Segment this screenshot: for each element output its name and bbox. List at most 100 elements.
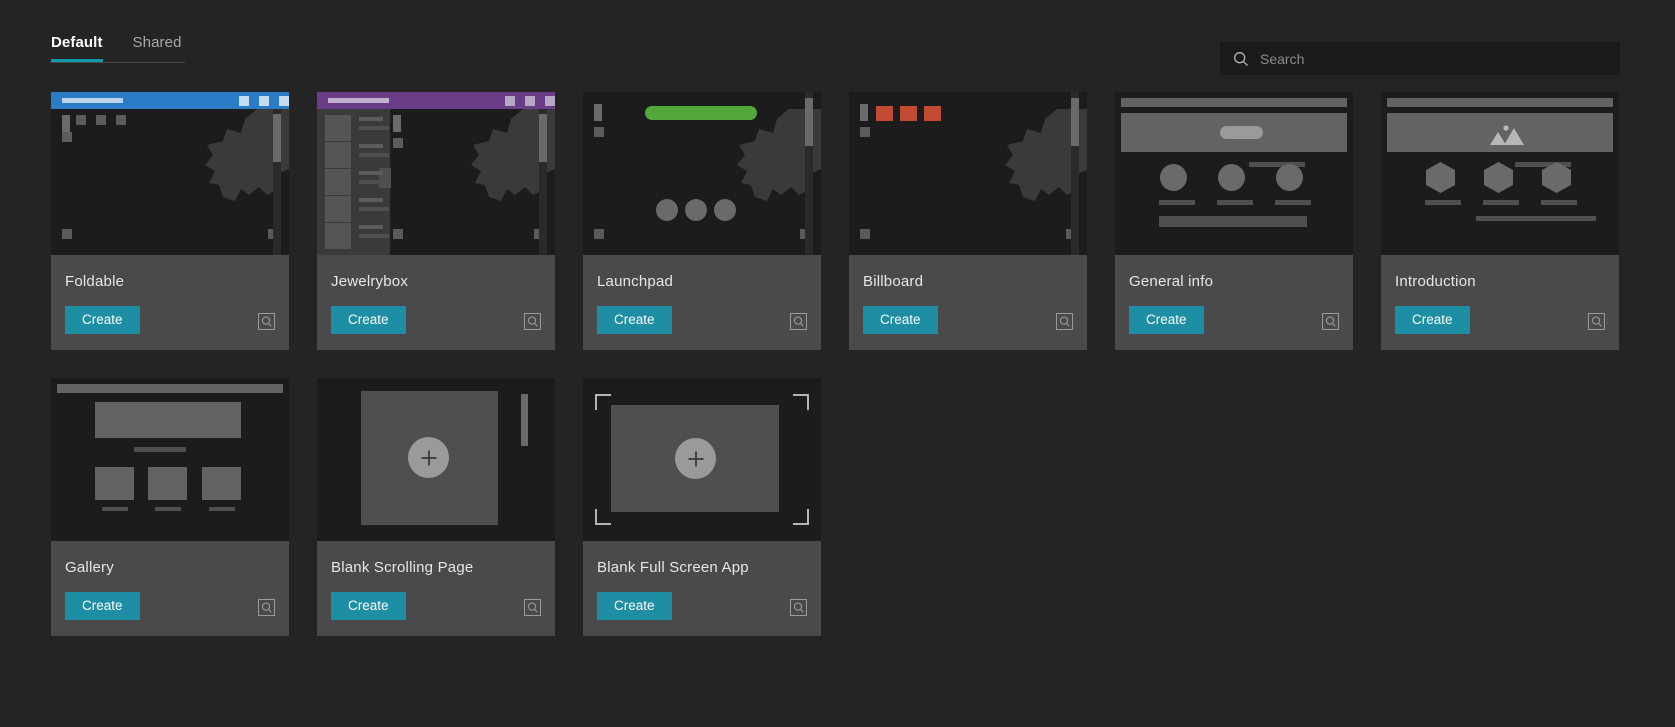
toolbar: Default Shared: [0, 0, 1675, 82]
card-body: General info Create: [1115, 255, 1353, 350]
create-button[interactable]: Create: [863, 306, 938, 334]
header-title-placeholder: [62, 98, 123, 103]
magnifier-square-icon[interactable]: [258, 599, 275, 616]
footer-bar: [1476, 216, 1596, 221]
card-title: General info: [1129, 273, 1214, 290]
caption-line: [102, 507, 128, 511]
corner-bracket-top-right: [793, 394, 809, 410]
widget-placeholder: [860, 127, 870, 137]
create-button[interactable]: Create: [597, 306, 672, 334]
magnifier-square-icon[interactable]: [1322, 313, 1339, 330]
page-header-bar: [1387, 98, 1613, 107]
widget-placeholder: [393, 115, 401, 132]
card-title: Gallery: [65, 559, 114, 576]
template-card-jewelrybox[interactable]: Jewelrybox Create: [317, 92, 555, 350]
create-button[interactable]: Create: [331, 306, 406, 334]
magnifier-square-icon[interactable]: [790, 599, 807, 616]
featured-image-block: [95, 402, 241, 438]
create-button[interactable]: Create: [1129, 306, 1204, 334]
caption-line: [1159, 200, 1195, 205]
header-widget-square: [259, 96, 269, 106]
list-item-thumb: [325, 223, 351, 249]
tab-shared[interactable]: Shared: [133, 34, 182, 62]
launchpad-circle: [685, 199, 707, 221]
widget-placeholder: [96, 115, 106, 125]
magnifier-square-icon[interactable]: [790, 313, 807, 330]
list-item-line: [359, 153, 389, 157]
widget-placeholder: [393, 229, 403, 239]
search-input[interactable]: [1258, 49, 1610, 68]
widget-placeholder: [393, 138, 403, 148]
thumbnail-launchpad: [583, 92, 821, 255]
template-card-gallery[interactable]: Gallery Create: [51, 378, 289, 636]
list-item-thumb: [325, 115, 351, 141]
launchpad-circle: [656, 199, 678, 221]
create-button[interactable]: Create: [1395, 306, 1470, 334]
banner-pill: [1220, 126, 1263, 139]
list-item-line: [359, 171, 383, 175]
gallery-tile: [95, 467, 134, 500]
template-card-blank-full-screen-app[interactable]: Blank Full Screen App Create: [583, 378, 821, 636]
list-item-line: [359, 126, 389, 130]
list-item-line: [359, 117, 383, 121]
list-item-line: [359, 207, 389, 211]
add-content-icon: [408, 437, 449, 478]
preview-scrollbar-thumb: [521, 394, 528, 446]
widget-placeholder: [860, 104, 868, 121]
search-icon: [1233, 51, 1249, 67]
card-title: Blank Full Screen App: [597, 559, 749, 576]
card-body: Gallery Create: [51, 541, 289, 636]
template-card-blank-scrolling-page[interactable]: Blank Scrolling Page Create: [317, 378, 555, 636]
magnifier-square-icon[interactable]: [524, 313, 541, 330]
card-body: Blank Scrolling Page Create: [317, 541, 555, 636]
launchpad-circle: [714, 199, 736, 221]
template-card-foldable[interactable]: Foldable Create: [51, 92, 289, 350]
card-title: Introduction: [1395, 273, 1476, 290]
add-content-icon: [675, 438, 716, 479]
tab-default[interactable]: Default: [51, 34, 103, 62]
magnifier-square-icon[interactable]: [1056, 313, 1073, 330]
template-card-introduction[interactable]: Introduction Create: [1381, 92, 1619, 350]
header-widget-square: [279, 96, 289, 106]
card-title: Billboard: [863, 273, 924, 290]
search-box[interactable]: [1220, 42, 1620, 75]
image-placeholder-icon: [1486, 123, 1528, 150]
caption-line: [209, 507, 235, 511]
thumbnail-blank-full-screen-app: [583, 378, 821, 541]
create-button[interactable]: Create: [331, 592, 406, 620]
list-item-line: [359, 198, 383, 202]
hexagon-shape: [1542, 162, 1571, 198]
create-button[interactable]: Create: [597, 592, 672, 620]
thumbnail-billboard: [849, 92, 1087, 255]
magnifier-square-icon[interactable]: [258, 313, 275, 330]
create-button[interactable]: Create: [65, 306, 140, 334]
card-title: Blank Scrolling Page: [331, 559, 474, 576]
magnifier-square-icon[interactable]: [524, 599, 541, 616]
avatar-circle: [1218, 164, 1245, 191]
preview-scrollbar-thumb: [1071, 98, 1079, 146]
gallery-tile: [148, 467, 187, 500]
list-item-line: [359, 144, 383, 148]
template-card-launchpad[interactable]: Launchpad Create: [583, 92, 821, 350]
widget-placeholder: [594, 229, 604, 239]
list-item-line: [359, 225, 383, 229]
caption-line: [1217, 200, 1253, 205]
widget-placeholder: [594, 127, 604, 137]
card-title: Launchpad: [597, 273, 674, 290]
header-widget-square: [525, 96, 535, 106]
template-card-billboard[interactable]: Billboard Create: [849, 92, 1087, 350]
create-button[interactable]: Create: [65, 592, 140, 620]
card-body: Foldable Create: [51, 255, 289, 350]
widget-placeholder: [116, 115, 126, 125]
billboard-square: [876, 106, 893, 121]
list-item-thumb: [325, 142, 351, 168]
magnifier-square-icon[interactable]: [1588, 313, 1605, 330]
footer-bar: [1159, 216, 1307, 227]
avatar-circle: [1160, 164, 1187, 191]
template-card-general-info[interactable]: General info Create: [1115, 92, 1353, 350]
launchpad-pill: [645, 106, 757, 120]
list-item-thumb: [325, 169, 351, 195]
corner-bracket-top-left: [595, 394, 611, 410]
preview-scrollbar-thumb: [273, 114, 281, 162]
card-title: Jewelrybox: [331, 273, 409, 290]
